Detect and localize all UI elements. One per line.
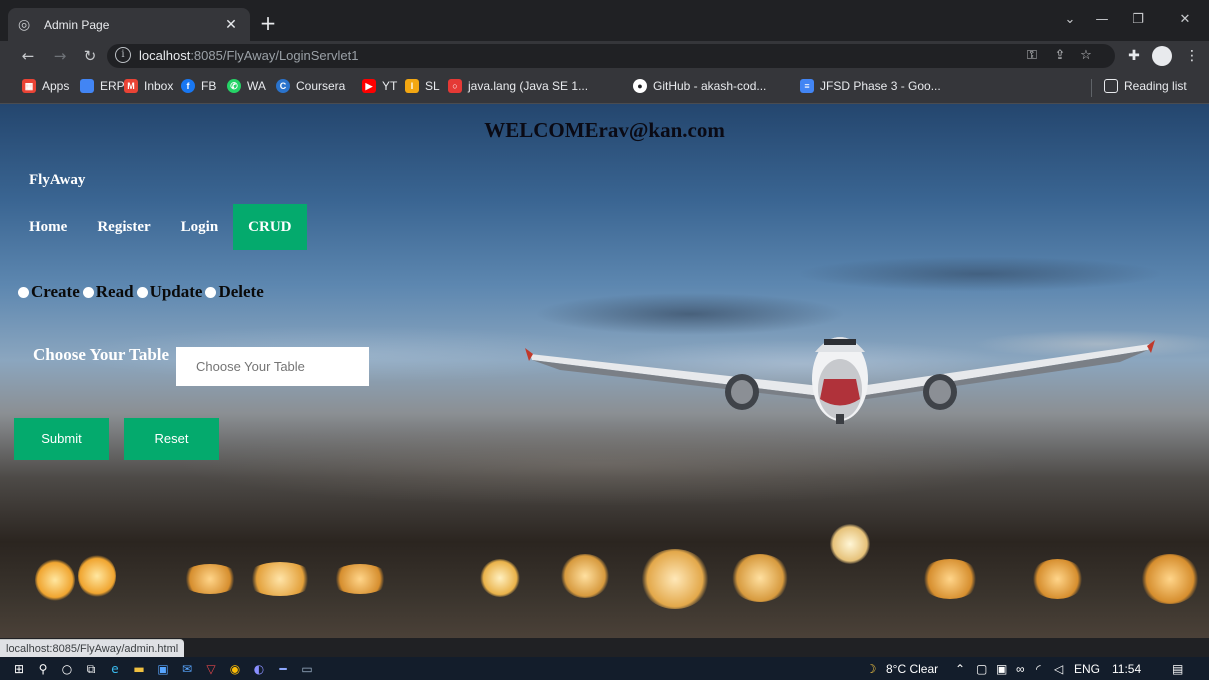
bookmark-jfsd[interactable]: ≡ JFSD Phase 3 - Goo... [800, 79, 941, 93]
google-docs-icon: ≡ [800, 79, 814, 93]
bookmark-apps[interactable]: ▦ Apps [22, 79, 69, 93]
bookmarks-divider [1091, 79, 1092, 97]
submit-button[interactable]: Submit [14, 418, 109, 460]
weather-moon-icon[interactable]: ☽ [862, 660, 880, 678]
table-input[interactable] [176, 347, 369, 386]
back-button[interactable]: ← [18, 46, 38, 66]
browser-toolbar: ← → ↻ i localhost:8085/FlyAway/LoginServ… [0, 41, 1209, 71]
youtube-icon: ▶ [362, 79, 376, 93]
bookmark-inbox[interactable]: M Inbox [124, 79, 173, 93]
radio-create-label: Create [31, 282, 80, 301]
nav-login[interactable]: Login [166, 204, 234, 250]
bookmark-java-lang[interactable]: ○ java.lang (Java SE 1... [448, 79, 588, 93]
welcome-heading: WELCOMErav@kan.com [484, 118, 725, 142]
brand-logo[interactable]: FlyAway [29, 172, 85, 189]
radio-delete-label: Delete [218, 282, 264, 301]
nav-crud[interactable]: CRUD [233, 204, 307, 250]
bookmark-github[interactable]: ● GitHub - akash-cod... [633, 79, 766, 93]
radio-read[interactable] [82, 286, 94, 298]
table-label: Choose Your Table [33, 345, 170, 364]
volume-icon[interactable]: ◁ [1054, 660, 1063, 678]
forward-button[interactable]: → [50, 46, 70, 66]
file-explorer-icon[interactable]: ▬ [130, 660, 148, 678]
store-icon[interactable]: ▣ [154, 660, 172, 678]
bookmark-fb[interactable]: f FB [181, 79, 216, 93]
tray-notify-icon[interactable]: ▢ [976, 660, 987, 678]
globe-icon: ◎ [18, 16, 31, 33]
restore-button[interactable]: ❐ [1118, 8, 1158, 32]
share-icon[interactable]: ⇪ [1051, 47, 1069, 65]
chrome-icon[interactable]: ◉ [226, 660, 244, 678]
language-indicator[interactable]: ENG [1074, 660, 1100, 678]
browser-tab[interactable]: ◎ Admin Page ✕ [8, 8, 250, 41]
radio-create[interactable] [18, 286, 29, 298]
tray-battery-icon[interactable]: ∞ [1016, 660, 1025, 678]
menu-kebab-icon[interactable]: ⋮ [1182, 46, 1202, 66]
radio-update-label: Update [149, 282, 203, 301]
app-icon[interactable]: ━ [274, 660, 292, 678]
coursera-icon: C [276, 79, 290, 93]
link-status-bar: localhost:8085/FlyAway/admin.html [0, 639, 185, 657]
operation-radio-group: Create Read Update Delete [18, 282, 267, 302]
tab-close-icon[interactable]: ✕ [222, 17, 240, 33]
terminal-icon[interactable]: ▭ [298, 660, 316, 678]
radio-delete[interactable] [205, 286, 217, 298]
bookmark-yt[interactable]: ▶ YT [362, 79, 397, 93]
notification-center-icon[interactable]: ▤ [1172, 660, 1183, 678]
nav-home[interactable]: Home [14, 204, 82, 250]
bookmark-coursera[interactable]: C Coursera [276, 79, 345, 93]
edge-icon[interactable]: e [106, 660, 124, 678]
minimize-button[interactable]: — [1082, 8, 1122, 32]
apps-grid-icon: ▦ [22, 79, 36, 93]
windows-taskbar: ⊞ ⚲ ○ ⧉ e ▬ ▣ ✉ ▽ ◉ ◐ ━ ▭ ☽ 8°C Clear ⌃ … [0, 657, 1209, 680]
windows-start-icon[interactable]: ⊞ [10, 660, 28, 678]
bookmark-wa[interactable]: ✆ WA [227, 79, 266, 93]
bookmark-sl[interactable]: l SL [405, 79, 440, 93]
profile-avatar[interactable] [1152, 46, 1172, 66]
nav-register[interactable]: Register [82, 204, 165, 250]
tray-chevron-icon[interactable]: ⌃ [955, 660, 965, 678]
radio-read-label: Read [95, 282, 134, 301]
extensions-icon[interactable]: ✚ [1124, 46, 1144, 66]
site-info-icon[interactable]: i [115, 47, 131, 63]
main-nav: Home Register Login CRUD [14, 204, 307, 250]
reset-button[interactable]: Reset [124, 418, 219, 460]
facebook-icon: f [181, 79, 195, 93]
tray-display-icon[interactable]: ▣ [996, 660, 1007, 678]
bookmarks-bar: ▦ Apps ERP M Inbox f FB ✆ WA C Coursera ▶ YT l… [0, 71, 1209, 104]
wifi-icon[interactable]: ◜ [1036, 660, 1041, 678]
clock-time[interactable]: 11:54 [1112, 660, 1141, 678]
weather-text[interactable]: 8°C Clear [886, 660, 938, 678]
address-bar[interactable]: i localhost:8085/FlyAway/LoginServlet1 ⚿… [107, 44, 1115, 68]
oracle-icon: ○ [448, 79, 462, 93]
gmail-icon: M [124, 79, 138, 93]
tab-strip: ◎ Admin Page ✕ + ⌄ — ❐ ✕ [0, 0, 1209, 41]
radio-update[interactable] [136, 286, 148, 298]
whatsapp-icon: ✆ [227, 79, 241, 93]
url-text[interactable]: localhost:8085/FlyAway/LoginServlet1 [139, 48, 358, 63]
tab-title: Admin Page [44, 17, 110, 32]
reading-list-button[interactable]: Reading list [1104, 79, 1187, 93]
cortana-icon[interactable]: ○ [58, 660, 76, 678]
mail-icon[interactable]: ✉ [178, 660, 196, 678]
close-window-button[interactable]: ✕ [1165, 8, 1205, 32]
airplane-image [525, 337, 1155, 424]
search-icon[interactable]: ⚲ [34, 660, 52, 678]
bookmark-star-icon[interactable]: ☆ [1077, 47, 1095, 65]
blurred-runway-lights [0, 524, 1209, 638]
simplilearn-icon: l [405, 79, 419, 93]
github-icon: ● [633, 79, 647, 93]
reload-button[interactable]: ↻ [80, 46, 100, 66]
bookmark-erp[interactable]: ERP [80, 79, 125, 93]
page-viewport: WELCOMErav@kan.com FlyAway Home Register… [0, 104, 1209, 638]
new-tab-button[interactable]: + [257, 13, 279, 35]
mcafee-icon[interactable]: ▽ [202, 660, 220, 678]
key-icon[interactable]: ⚿ [1023, 47, 1041, 65]
reading-list-icon [1104, 79, 1118, 93]
eclipse-icon[interactable]: ◐ [250, 660, 268, 678]
task-view-icon[interactable]: ⧉ [82, 660, 100, 678]
erp-icon [80, 79, 94, 93]
